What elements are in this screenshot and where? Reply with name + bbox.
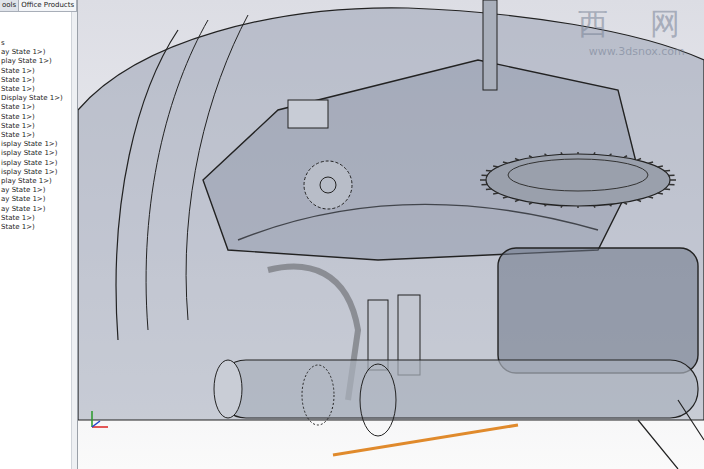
feature-tree: say State 1>)play State 1>)State 1>)Stat… bbox=[0, 12, 71, 469]
tree-item[interactable]: State 1>) bbox=[0, 214, 71, 223]
tree-item[interactable]: State 1>) bbox=[0, 131, 71, 140]
tree-item[interactable]: isplay State 1>) bbox=[0, 149, 71, 158]
tree-item[interactable]: ay State 1>) bbox=[0, 186, 71, 195]
tree-item[interactable]: ay State 1>) bbox=[0, 205, 71, 214]
cad-model-view[interactable] bbox=[78, 0, 704, 469]
tree-item[interactable]: s bbox=[0, 39, 71, 48]
tree-item[interactable]: ay State 1>) bbox=[0, 195, 71, 204]
tree-item[interactable]: State 1>) bbox=[0, 76, 71, 85]
tree-item[interactable]: ay State 1>) bbox=[0, 48, 71, 57]
tree-item[interactable]: isplay State 1>) bbox=[0, 140, 71, 149]
panel-tab-row: oolsOffice Products bbox=[0, 0, 77, 12]
tree-item[interactable]: Display State 1>) bbox=[0, 94, 71, 103]
feature-tree-panel: oolsOffice Productssay State 1>)play Sta… bbox=[0, 0, 78, 469]
tree-body: say State 1>)play State 1>)State 1>)Stat… bbox=[0, 12, 77, 469]
watermark: 西 网www.3dsnox.com bbox=[578, 4, 696, 58]
tree-item[interactable]: State 1>) bbox=[0, 85, 71, 94]
tree-item[interactable]: State 1>) bbox=[0, 122, 71, 131]
panel-tab[interactable]: ools bbox=[0, 0, 19, 11]
tree-item[interactable]: State 1>) bbox=[0, 223, 71, 232]
tree-item[interactable]: play State 1>) bbox=[0, 177, 71, 186]
panel-tab[interactable]: Office Products bbox=[19, 0, 77, 11]
axis-triad-icon bbox=[88, 407, 112, 431]
tree-item[interactable]: State 1>) bbox=[0, 113, 71, 122]
tree-item[interactable]: play State 1>) bbox=[0, 57, 71, 66]
tree-item[interactable]: isplay State 1>) bbox=[0, 159, 71, 168]
watermark-title: 西 网 bbox=[578, 4, 696, 45]
graphics-area[interactable]: 西 网www.3dsnox.com bbox=[78, 0, 704, 469]
tree-scrollbar[interactable] bbox=[71, 12, 77, 469]
solidworks-window: oolsOffice Productssay State 1>)play Sta… bbox=[0, 0, 704, 469]
tree-item[interactable]: isplay State 1>) bbox=[0, 168, 71, 177]
watermark-url: www.3dsnox.com bbox=[589, 45, 685, 58]
tree-item[interactable]: State 1>) bbox=[0, 67, 71, 76]
tree-item[interactable]: State 1>) bbox=[0, 103, 71, 112]
